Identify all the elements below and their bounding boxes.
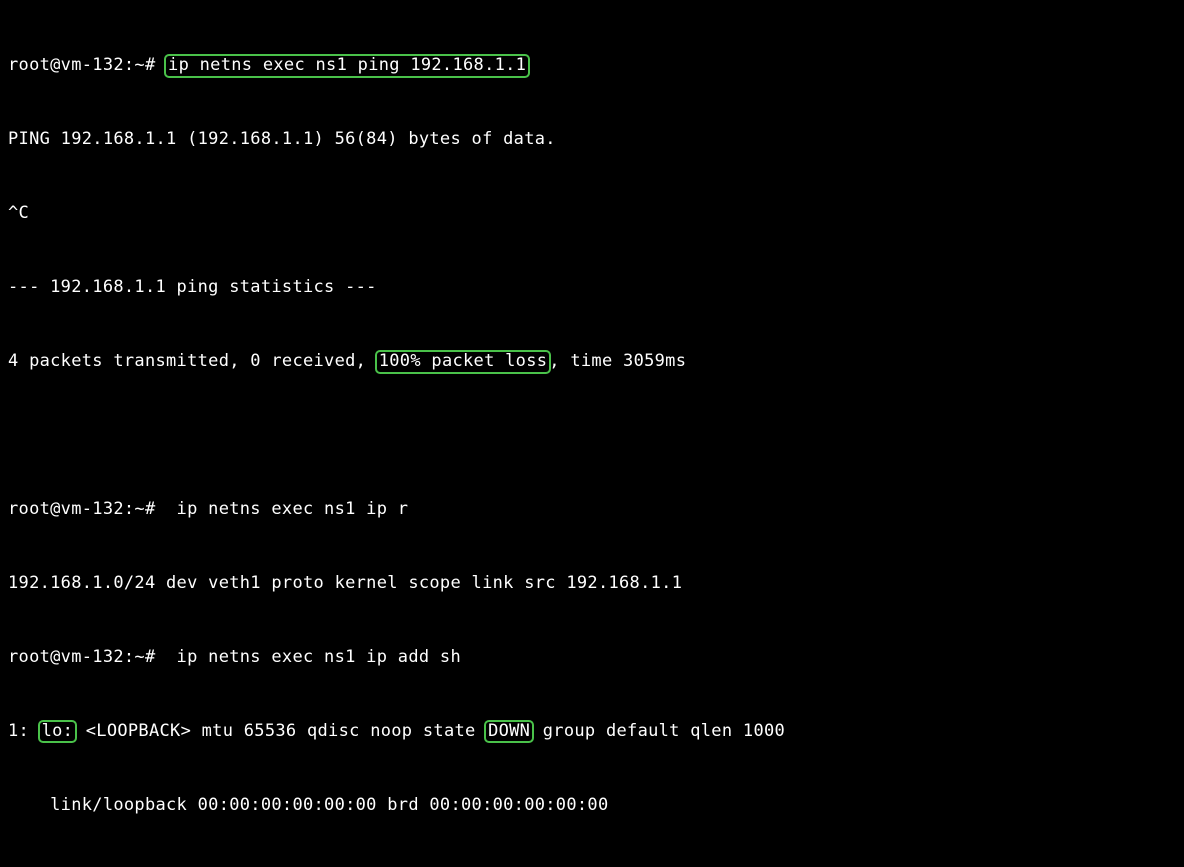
terminal-line: link/loopback 00:00:00:00:00:00 brd 00:0… [8, 793, 1178, 818]
line-suffix: group default qlen 1000 [532, 721, 785, 741]
terminal-line: root@vm-132:~# ip netns exec ns1 ping 19… [8, 53, 1178, 78]
terminal-line: 192.168.1.0/24 dev veth1 proto kernel sc… [8, 571, 1178, 596]
highlight-lo: lo: [38, 720, 78, 744]
terminal-line: 1: lo: <LOOPBACK> mtu 65536 qdisc noop s… [8, 719, 1178, 744]
line-mid: <LOOPBACK> mtu 65536 qdisc noop state [75, 721, 486, 741]
highlight-command: ip netns exec ns1 ping 192.168.1.1 [164, 54, 530, 78]
terminal-line: PING 192.168.1.1 (192.168.1.1) 56(84) by… [8, 127, 1178, 152]
terminal-line [8, 423, 1178, 448]
line-suffix: , time 3059ms [549, 351, 686, 371]
line-prefix: root@vm-132:~# [8, 55, 166, 75]
highlight-down: DOWN [484, 720, 534, 744]
terminal-line: ^C [8, 201, 1178, 226]
highlight-packet-loss: 100% packet loss [375, 350, 552, 374]
line-prefix: 4 packets transmitted, 0 received, [8, 351, 377, 371]
terminal-line: root@vm-132:~# ip netns exec ns1 ip add … [8, 645, 1178, 670]
terminal-line: root@vm-132:~# ip netns exec ns1 ip r [8, 497, 1178, 522]
line-prefix: 1: [8, 721, 40, 741]
terminal-line: 4 packets transmitted, 0 received, 100% … [8, 349, 1178, 374]
terminal-line: --- 192.168.1.1 ping statistics --- [8, 275, 1178, 300]
terminal-output[interactable]: root@vm-132:~# ip netns exec ns1 ping 19… [0, 0, 1184, 867]
